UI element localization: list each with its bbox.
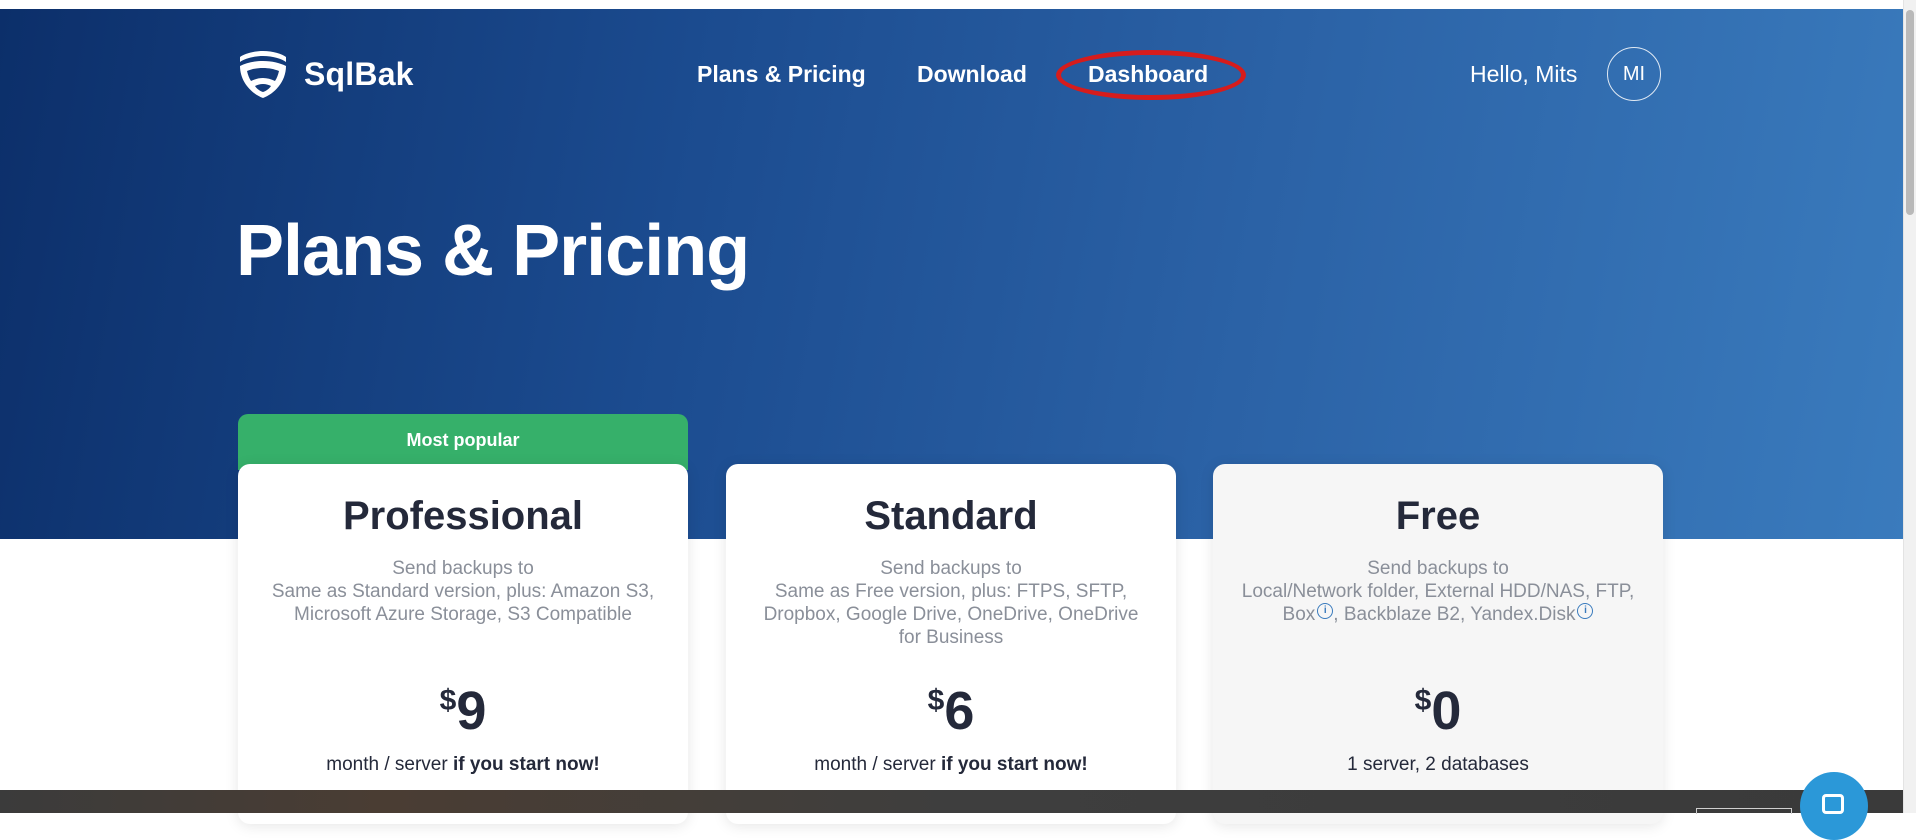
page-title: Plans & Pricing — [236, 211, 750, 291]
plan-price: $0 — [1213, 680, 1663, 742]
plan-description: Send backups to Local/Network folder, Ex… — [1238, 557, 1638, 626]
chat-button[interactable] — [1800, 772, 1868, 840]
plan-description: Send backups to Same as Free version, pl… — [751, 557, 1151, 649]
price-currency: $ — [1414, 684, 1432, 717]
plan-desc-rest: Same as Standard version, plus: Amazon S… — [271, 581, 655, 625]
price-period-promo: if you start now! — [940, 754, 1088, 775]
price-currency: $ — [927, 684, 945, 717]
plan-desc-line1: Send backups to — [880, 558, 1022, 579]
nav-plans-pricing[interactable]: Plans & Pricing — [697, 61, 866, 88]
plan-desc-rest: Same as Free version, plus: FTPS, SFTP, … — [763, 581, 1139, 648]
page-scrollbar[interactable] — [1903, 0, 1916, 813]
cookie-bar-button[interactable] — [1696, 808, 1792, 814]
plan-desc-rest: Local/Network folder, External HDD/NAS, … — [1238, 580, 1638, 626]
avatar-initials: MI — [1622, 62, 1646, 85]
chat-bubble-icon — [1822, 794, 1844, 814]
plan-price: $6 — [726, 680, 1176, 742]
plan-name: Free — [1395, 494, 1481, 538]
price-currency: $ — [439, 684, 457, 717]
badge-label: Most popular — [406, 430, 520, 450]
nav-dashboard[interactable]: Dashboard — [1088, 61, 1208, 88]
info-circle-icon[interactable]: i — [1317, 603, 1334, 619]
price-period-text: month / server — [326, 754, 448, 775]
price-period-text: 1 server, 2 databases — [1347, 754, 1529, 775]
user-greeting: Hello, Mits — [1470, 61, 1578, 87]
plan-name: Professional — [342, 494, 584, 538]
price-period-promo: if you start now! — [452, 754, 600, 775]
plan-card-professional: Professional Send backups to Same as Sta… — [238, 464, 688, 824]
plan-desc-line1: Send backups to — [1367, 558, 1509, 579]
price-value: 6 — [944, 681, 975, 741]
plan-price: $9 — [238, 680, 688, 742]
plan-description: Send backups to Same as Standard version… — [263, 557, 663, 626]
price-period: 1 server, 2 databases — [1213, 754, 1663, 776]
price-period-text: month / server — [814, 754, 936, 775]
site-logo[interactable]: SqlBak — [236, 48, 414, 100]
logo-text: SqlBak — [304, 55, 414, 92]
plan-card-standard: Standard Send backups to Same as Free ve… — [726, 464, 1176, 824]
plan-card-free: Free Send backups to Local/Network folde… — [1213, 464, 1663, 824]
plan-desc-part-b: , Backblaze B2, Yandex.Disk — [1333, 604, 1576, 625]
user-avatar[interactable]: MI — [1607, 47, 1661, 101]
scrollbar-thumb[interactable] — [1906, 10, 1914, 215]
nav-download[interactable]: Download — [917, 61, 1027, 88]
shield-logo-icon — [240, 51, 286, 98]
plan-name: Standard — [864, 494, 1038, 538]
plan-desc-line1: Send backups to — [392, 558, 534, 579]
price-period: month / server if you start now! — [726, 754, 1176, 776]
info-circle-icon[interactable]: i — [1577, 603, 1594, 619]
price-value: 9 — [456, 681, 487, 741]
most-popular-badge: Most popular — [238, 414, 688, 470]
top-strip — [0, 0, 1916, 9]
price-value: 0 — [1431, 681, 1462, 741]
cookie-bar — [0, 790, 1916, 813]
price-period: month / server if you start now! — [238, 754, 688, 776]
